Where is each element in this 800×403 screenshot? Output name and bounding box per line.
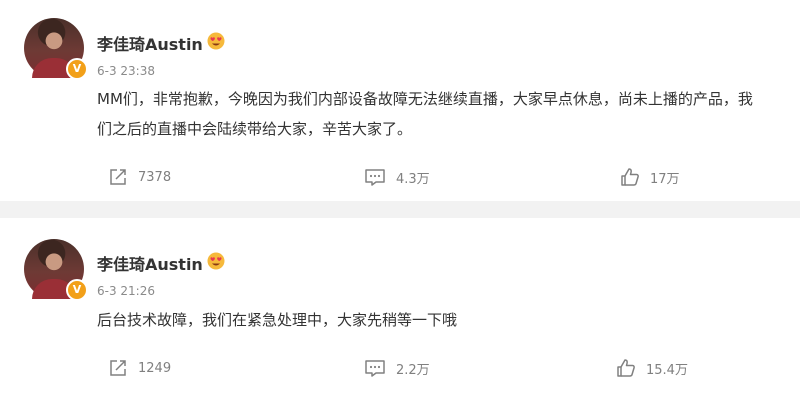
comment-button[interactable]: 4.3万 (364, 165, 430, 189)
post-time[interactable]: 6-3 23:38 (97, 64, 155, 78)
post-text: 后台技术故障，我们在紧急处理中，大家先稍等一下哦 (97, 311, 458, 329)
avatar[interactable]: V (24, 18, 88, 80)
avatar[interactable]: V (24, 239, 88, 301)
comment-icon (365, 360, 385, 377)
repost-count: 1249 (138, 360, 172, 376)
author-name[interactable]: 李佳琦Austin (97, 31, 203, 55)
verified-v-icon: V (66, 279, 88, 301)
comment-icon (365, 169, 385, 186)
post-text: MM们，非常抱歉，今晚因为我们内部设备故障无法继续直播，大家早点休息，尚未上播的… (97, 90, 753, 138)
repost-icon (110, 360, 126, 376)
repost-button[interactable]: 7378 (108, 165, 171, 189)
heart-eyes-emoji-icon (207, 32, 225, 50)
weibo-post-card: V 李佳琦Austin 6-3 23:38 MM们，非常抱歉，今晚因为我们内部设… (0, 0, 800, 201)
repost-button[interactable]: 1249 (108, 356, 171, 380)
post-actions-bar: 1249 2.2万 15.4万 (0, 356, 800, 380)
like-count: 17万 (650, 171, 680, 187)
repost-count: 7378 (138, 169, 172, 185)
weibo-post-card: V 李佳琦Austin 6-3 21:26 后台技术故障，我们在紧急处理中，大家… (0, 218, 800, 403)
post-time[interactable]: 6-3 21:26 (97, 284, 155, 298)
heart-eyes-emoji-icon (207, 252, 225, 270)
thumbs-up-icon (617, 359, 635, 377)
comment-count: 2.2万 (396, 362, 430, 378)
repost-icon (110, 169, 126, 185)
post-actions-bar: 7378 4.3万 17万 (0, 165, 800, 189)
like-count: 15.4万 (646, 362, 688, 378)
thumbs-up-icon (621, 168, 639, 186)
like-button[interactable]: 15.4万 (616, 356, 688, 380)
verified-v-icon: V (66, 58, 88, 80)
author-name[interactable]: 李佳琦Austin (97, 251, 203, 275)
comment-count: 4.3万 (396, 171, 430, 187)
comment-button[interactable]: 2.2万 (364, 356, 430, 380)
like-button[interactable]: 17万 (620, 165, 680, 189)
